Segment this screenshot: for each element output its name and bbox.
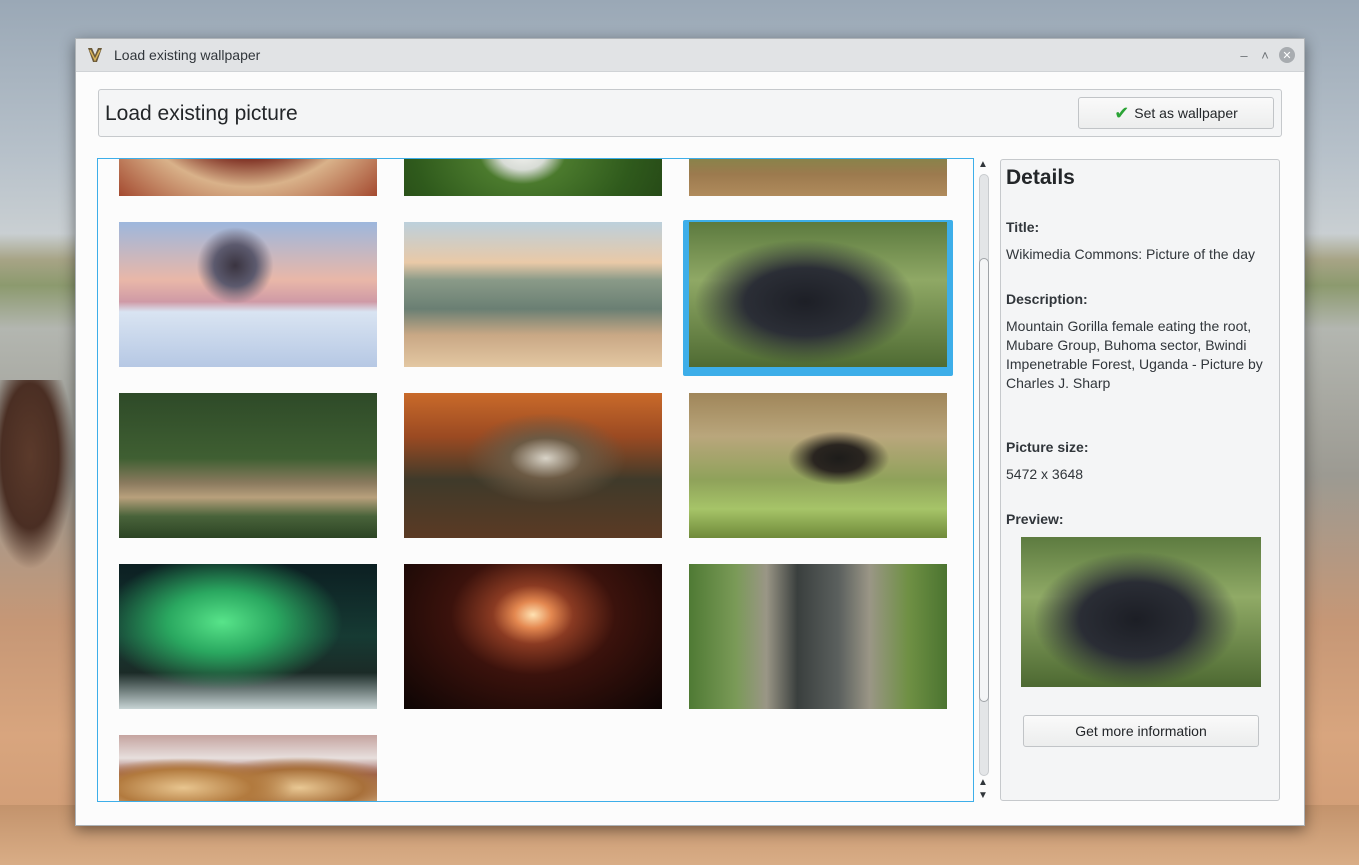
description-label: Description: <box>1006 291 1088 307</box>
thumbnail-mandala[interactable] <box>119 159 377 196</box>
dialog-content: Load existing picture ✔ Set as wallpaper <box>76 72 1304 825</box>
title-bar[interactable]: Load existing wallpaper – ˄ ✕ <box>76 39 1304 72</box>
scroll-up-bottom-icon[interactable]: ▲ <box>976 776 990 790</box>
thumbnail-forest-waterfall[interactable] <box>404 393 662 538</box>
get-more-information-button[interactable]: Get more information <box>1023 715 1259 747</box>
close-icon[interactable]: ✕ <box>1279 47 1295 63</box>
thumbnail-aurora[interactable] <box>119 564 377 709</box>
preview-label: Preview: <box>1006 511 1064 527</box>
thumbnail-buffalo-river[interactable] <box>404 222 662 367</box>
thumbnail-stone-channel[interactable] <box>689 564 947 709</box>
get-more-information-label: Get more information <box>1075 723 1207 739</box>
picture-size-label: Picture size: <box>1006 439 1089 455</box>
thumbnail-frosted-thistle[interactable] <box>119 222 377 367</box>
thumbnail-white-flower[interactable] <box>404 159 662 196</box>
window-title: Load existing wallpaper <box>114 47 261 63</box>
app-icon <box>86 46 104 64</box>
scroll-down-icon[interactable]: ▼ <box>976 789 990 803</box>
dialog-window: Load existing wallpaper – ˄ ✕ Load exist… <box>75 38 1305 826</box>
description-value: Mountain Gorilla female eating the root,… <box>1006 318 1263 391</box>
scroll-up-icon[interactable]: ▲ <box>976 158 990 172</box>
thumbnail-bread[interactable] <box>119 735 377 801</box>
desktop-wallpaper-elephant <box>0 380 75 570</box>
details-heading: Details <box>1006 166 1075 189</box>
maximize-icon[interactable]: ˄ <box>1257 47 1273 63</box>
checkmark-icon: ✔ <box>1114 102 1130 123</box>
minimize-icon[interactable]: – <box>1236 47 1252 63</box>
set-as-wallpaper-label: Set as wallpaper <box>1134 105 1238 121</box>
page-title: Load existing picture <box>105 102 298 125</box>
set-as-wallpaper-button[interactable]: ✔ Set as wallpaper <box>1078 97 1274 129</box>
thumbnail-green-plant[interactable] <box>689 159 947 196</box>
thumbnail-chameleon[interactable] <box>119 393 377 538</box>
thumbnail-fractal-bowl[interactable] <box>404 564 662 709</box>
details-panel: Details Title: Wikimedia Commons: Pictur… <box>1000 159 1280 801</box>
preview-image <box>1021 537 1261 687</box>
grid-scrollbar[interactable]: ▲ ▲ ▼ <box>976 158 990 802</box>
thumbnail-mountain-gorilla[interactable] <box>689 222 947 367</box>
title-value: Wikimedia Commons: Picture of the day <box>1006 246 1255 262</box>
thumbnail-grid[interactable] <box>97 158 974 802</box>
thumbnail-grasshopper[interactable] <box>689 393 947 538</box>
picture-size-value: 5472 x 3648 <box>1006 466 1084 482</box>
header-panel: Load existing picture ✔ Set as wallpaper <box>98 89 1282 137</box>
title-label: Title: <box>1006 219 1040 235</box>
scroll-handle[interactable] <box>979 258 989 702</box>
